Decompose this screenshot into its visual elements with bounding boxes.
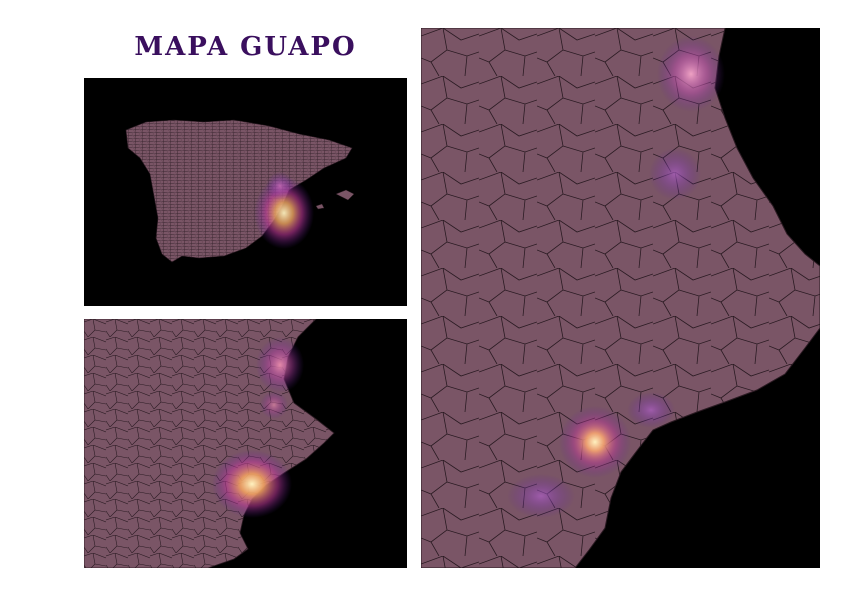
map-panel-overview <box>84 78 407 306</box>
zoom-map <box>421 28 820 568</box>
heat-spot-castellon <box>266 172 294 200</box>
regional-map <box>84 319 407 568</box>
map-panel-regional <box>84 319 407 568</box>
heat-spot-gandia <box>260 391 288 419</box>
heat-spot-alicante <box>627 392 675 428</box>
heat-spot-gandia <box>649 148 701 200</box>
heat-spot-valencia <box>657 36 725 112</box>
heat-spot-lorca <box>507 474 575 518</box>
heat-spot-murcia <box>212 450 292 518</box>
figure-title: MAPA GUAPO <box>134 32 357 62</box>
heat-spot-valencia <box>256 337 304 393</box>
overview-map <box>84 78 407 306</box>
heat-spot-murcia <box>559 406 631 478</box>
map-panel-zoom <box>421 28 820 568</box>
